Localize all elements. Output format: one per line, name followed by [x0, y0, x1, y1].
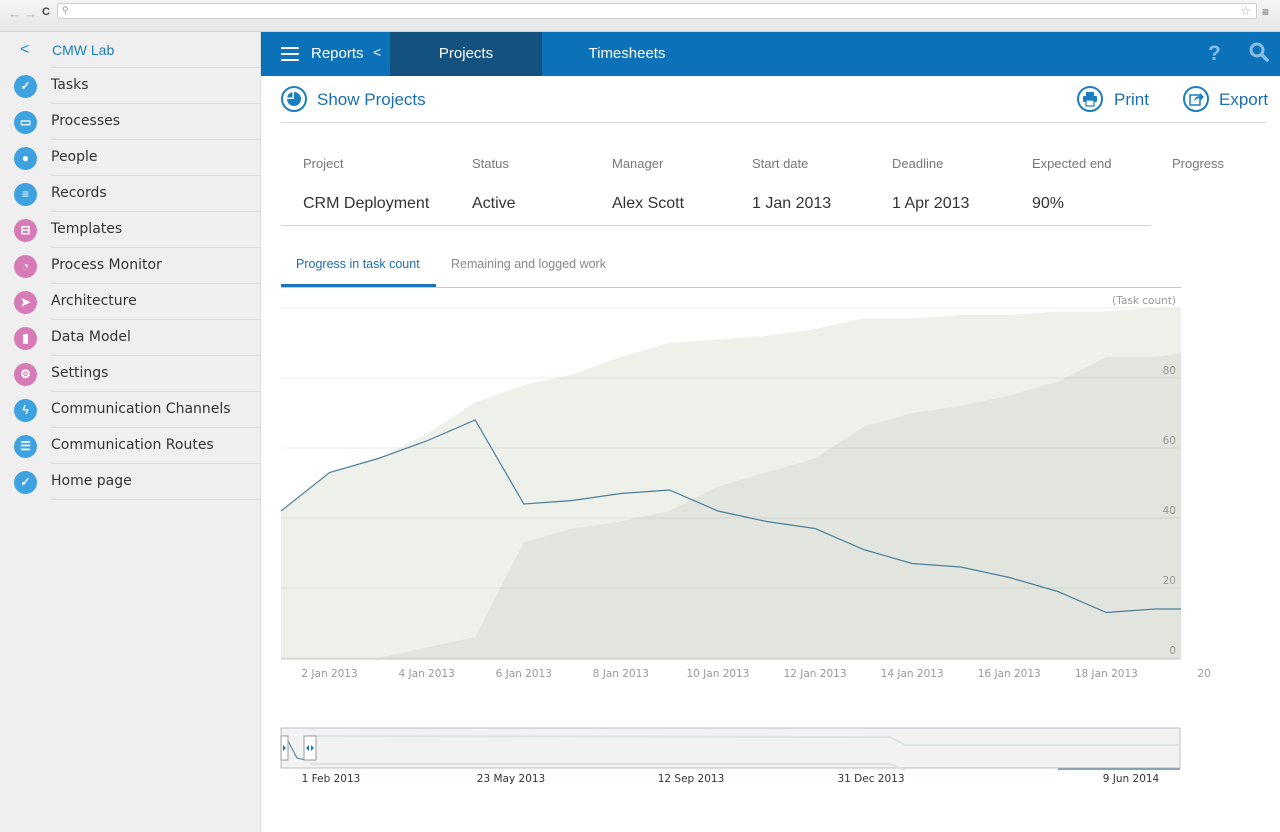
navigator-handle-right[interactable] — [303, 735, 317, 761]
navigator-date-label: 9 Jun 2014 — [1103, 773, 1160, 785]
navigator-date-label: 23 May 2013 — [477, 773, 545, 785]
navigator-track[interactable] — [280, 727, 1181, 769]
range-navigator[interactable] — [280, 727, 1181, 771]
x-tick-label: 14 Jan 2013 — [881, 668, 944, 680]
y-axis-label: (Task count) — [1112, 295, 1176, 307]
y-tick-label: 60 — [1163, 435, 1176, 447]
x-tick-label: 16 Jan 2013 — [978, 668, 1041, 680]
navigator-date-label: 1 Feb 2013 — [302, 773, 361, 785]
x-tick-label: 8 Jan 2013 — [593, 668, 649, 680]
y-tick-label: 40 — [1163, 505, 1176, 517]
x-tick-label: 2 Jan 2013 — [301, 668, 357, 680]
x-tick-label: 20 — [1197, 668, 1210, 680]
y-tick-label: 20 — [1163, 575, 1176, 587]
task-progress-chart: 0 20 40 60 80 2 Jan 2013 4 Jan 2013 6 Jan 2013… — [280, 295, 1211, 785]
x-tick-label: 18 Jan 2013 — [1075, 668, 1138, 680]
navigator-date-label: 31 Dec 2013 — [837, 773, 904, 785]
y-tick-label: 80 — [1163, 365, 1176, 377]
navigator-date-label: 12 Sep 2013 — [658, 773, 725, 785]
x-tick-label: 6 Jan 2013 — [496, 668, 552, 680]
x-tick-label: 10 Jan 2013 — [686, 668, 749, 680]
y-tick-label: 0 — [1169, 645, 1176, 657]
x-tick-label: 4 Jan 2013 — [399, 668, 455, 680]
x-tick-label: 12 Jan 2013 — [784, 668, 847, 680]
